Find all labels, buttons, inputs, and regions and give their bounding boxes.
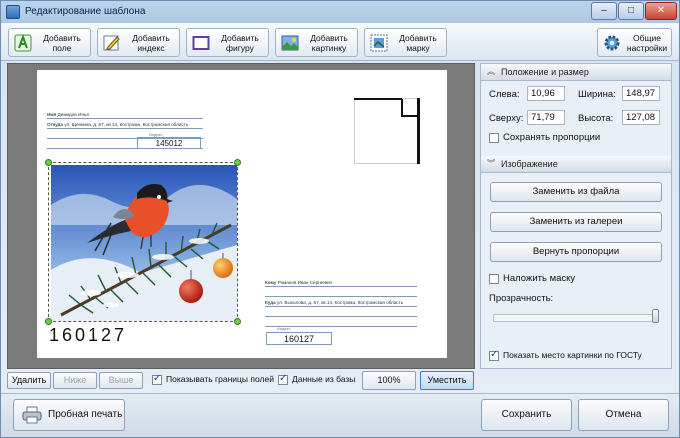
- stamp-placeholder[interactable]: [354, 98, 420, 164]
- add-index-label: Добавить индекс: [132, 32, 170, 53]
- higher-button[interactable]: Выше: [99, 372, 143, 389]
- top-label: Сверху:: [489, 113, 524, 124]
- restore-proportions-button[interactable]: Вернуть пропорции: [490, 242, 662, 262]
- close-button[interactable]: ✕: [645, 2, 677, 20]
- recipient-address-line: Куда ул. Выхолова, д. 57, кв.14, Костром…: [265, 298, 417, 307]
- template-editor-window: Редактирование шаблона – □ ✕ Добавить по…: [0, 0, 680, 438]
- resize-handle-top-left[interactable]: [45, 159, 52, 166]
- show-gost-label: Показать место картинки по ГОСТу: [503, 350, 642, 360]
- window-title: Редактирование шаблона: [25, 6, 146, 17]
- add-shape-label: Добавить фигуру: [221, 32, 259, 53]
- add-shape-button[interactable]: Добавить фигуру: [186, 28, 269, 57]
- image-header[interactable]: ︾ Изображение: [481, 156, 671, 173]
- keep-proportions-checkbox[interactable]: [489, 133, 499, 143]
- data-from-db-checkbox[interactable]: [278, 373, 288, 385]
- minimize-button[interactable]: –: [591, 2, 617, 20]
- add-stamp-button[interactable]: Добавить марку: [364, 28, 447, 57]
- add-image-button[interactable]: Добавить картинку: [275, 28, 358, 57]
- resize-handle-bottom-left[interactable]: [45, 318, 52, 325]
- text-field-icon: [14, 33, 32, 51]
- sender-name-line: Имя Демидов Илья: [47, 110, 203, 119]
- gear-icon: [604, 35, 620, 50]
- recipient-zip[interactable]: 160127: [266, 332, 332, 345]
- recipient-name-line: Кому Романов Иван Сергеевич: [265, 278, 417, 287]
- add-stamp-label: Добавить марку: [399, 32, 437, 53]
- left-input[interactable]: 10,96: [527, 86, 565, 101]
- maximize-button[interactable]: □: [618, 2, 644, 20]
- add-field-button[interactable]: Добавить поле: [8, 28, 91, 57]
- sender-address-line: Откуда ул. Щепкина, д. 57, кв.14, Костро…: [47, 120, 203, 129]
- recipient-extra-line: [265, 308, 417, 317]
- data-from-db-label: Данные из базы: [292, 374, 356, 384]
- position-size-header[interactable]: ︽ Положение и размер: [481, 64, 671, 81]
- add-index-button[interactable]: Добавить индекс: [97, 28, 180, 57]
- show-gost-checkbox[interactable]: [489, 349, 499, 361]
- footer: Пробная печать Сохранить Отмена: [1, 393, 679, 437]
- fit-button[interactable]: Уместить: [420, 371, 474, 390]
- canvas-area[interactable]: Имя Демидов Илья Откуда ул. Щепкина, д. …: [7, 63, 475, 369]
- rectangle-icon: [192, 35, 210, 50]
- transparency-slider-thumb[interactable]: [652, 309, 659, 323]
- picture-icon: [281, 35, 299, 50]
- apply-mask-checkbox[interactable]: [489, 274, 499, 284]
- width-label: Ширина:: [578, 89, 616, 100]
- cancel-button[interactable]: Отмена: [578, 399, 669, 431]
- postal-code-digits[interactable]: 160127: [49, 326, 127, 344]
- height-label: Высота:: [578, 113, 614, 124]
- add-field-label: Добавить поле: [43, 32, 81, 53]
- image-header-title: Изображение: [501, 159, 558, 169]
- position-size-title: Положение и размер: [501, 67, 589, 77]
- bullfinch-image: [51, 165, 237, 321]
- general-settings-button[interactable]: Общие настройки: [597, 28, 672, 57]
- transparency-label: Прозрачность:: [489, 293, 554, 304]
- title-bar: Редактирование шаблона – □ ✕: [1, 1, 679, 23]
- keep-proportions-label: Сохранять пропорции: [503, 132, 601, 143]
- recipient-zip-label: Индекс: [277, 326, 291, 331]
- lower-button[interactable]: Ниже: [53, 372, 97, 389]
- width-input[interactable]: 148,97: [622, 86, 660, 101]
- save-button[interactable]: Сохранить: [481, 399, 572, 431]
- replace-from-gallery-button[interactable]: Заменить из галереи: [490, 212, 662, 232]
- envelope-page: Имя Демидов Илья Откуда ул. Щепкина, д. …: [37, 70, 447, 358]
- delete-button[interactable]: Удалить: [7, 372, 51, 389]
- app-icon: [6, 5, 20, 19]
- pencil-icon: [103, 35, 120, 50]
- sender-zip[interactable]: 145012: [137, 137, 201, 149]
- recipient-extra-line: [265, 288, 417, 297]
- left-label: Слева:: [489, 89, 520, 100]
- height-input[interactable]: 127,08: [622, 110, 660, 125]
- test-print-label: Пробная печать: [48, 409, 123, 420]
- show-borders-checkbox[interactable]: [152, 373, 162, 385]
- resize-handle-top-right[interactable]: [234, 159, 241, 166]
- collapse-chevron-icon: ︾: [487, 159, 495, 168]
- show-borders-label: Показывать границы полей: [166, 374, 274, 384]
- printer-icon: [22, 406, 42, 424]
- resize-handle-bottom-right[interactable]: [234, 318, 241, 325]
- top-input[interactable]: 71,79: [527, 110, 565, 125]
- stamp-icon: [370, 34, 388, 51]
- selected-picture[interactable]: [45, 159, 241, 325]
- replace-from-file-button[interactable]: Заменить из файла: [490, 182, 662, 202]
- add-image-label: Добавить картинку: [310, 32, 348, 53]
- toolbar: Добавить поле Добавить индекс Добавить ф…: [1, 23, 679, 61]
- general-settings-label: Общие настройки: [626, 32, 668, 53]
- zoom-100-button[interactable]: 100%: [362, 371, 416, 390]
- collapse-chevron-icon: ︽: [487, 67, 495, 76]
- test-print-button[interactable]: Пробная печать: [13, 399, 125, 431]
- apply-mask-label: Наложить маску: [503, 273, 576, 284]
- transparency-slider[interactable]: [493, 314, 658, 322]
- properties-panel: ︽ Положение и размер Слева: 10,96 Ширина:…: [480, 63, 672, 369]
